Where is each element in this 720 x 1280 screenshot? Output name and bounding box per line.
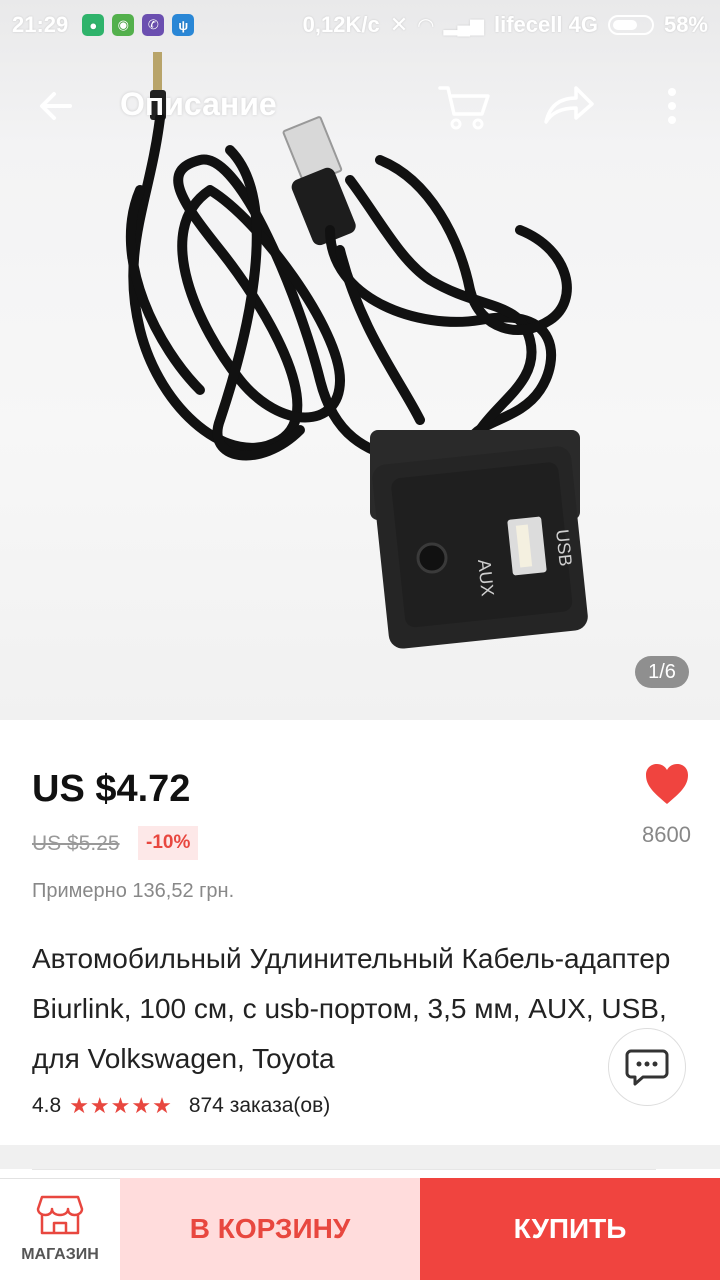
cart-icon [438, 86, 490, 130]
old-price: US $5.25 [32, 832, 120, 855]
discount-badge: -10% [138, 826, 199, 860]
wishlist-count: 8600 [642, 822, 691, 847]
chat-button[interactable] [608, 1028, 686, 1106]
share-icon [544, 86, 594, 124]
battery-percent: 58% [663, 12, 708, 37]
usb-port-label: USB [552, 528, 576, 567]
battery-icon [607, 15, 654, 35]
mute-icon: ✕ [389, 12, 409, 37]
carrier-name: lifecell 4G [494, 12, 598, 37]
rating-row[interactable]: 4.8 ★★★★★ 874 заказа(ов) [32, 1093, 330, 1119]
chat-bubble-icon [625, 1049, 669, 1086]
rating-value: 4.8 [32, 1094, 62, 1117]
status-time: 21:29 [12, 12, 69, 37]
store-label: МАГАЗИН [21, 1246, 99, 1263]
rating-stars-icon: ★★★★★ [69, 1093, 173, 1118]
store-button[interactable]: МАГАЗИН [0, 1178, 120, 1280]
back-button[interactable] [32, 82, 80, 130]
viber-notification-icon: ✆ [142, 14, 165, 36]
android-notification-icon: ◉ [112, 14, 135, 36]
image-counter: 1/6 [635, 656, 689, 688]
more-options-button[interactable] [656, 82, 688, 130]
heart-icon [646, 764, 688, 804]
orders-count: 874 заказа(ов) [188, 1094, 331, 1117]
more-vertical-icon [668, 88, 676, 124]
section-divider [0, 1145, 720, 1169]
shield-notification-icon: ● [82, 14, 105, 36]
usb-notification-icon: ψ [172, 14, 195, 36]
page-title: Описание [120, 86, 277, 122]
product-title: Автомобильный Удлинительный Кабель-адапт… [32, 943, 671, 1074]
wifi-icon: ◠ [418, 14, 434, 37]
wishlist-button[interactable] [644, 762, 690, 806]
buy-now-button[interactable]: КУПИТЬ [420, 1178, 720, 1280]
store-icon [36, 1195, 84, 1235]
app-bar: Описание [0, 60, 720, 150]
current-price: US $4.72 [32, 768, 191, 810]
status-bar: 21:29 ● ◉ ✆ ψ 0,12K/c ✕ ◠ ▂▄▆ lifecell 4… [0, 0, 720, 50]
cart-button[interactable] [436, 80, 492, 132]
network-speed: 0,12K/c [302, 12, 380, 37]
arrow-left-icon [40, 92, 72, 120]
bottom-action-bar: МАГАЗИН В КОРЗИНУ КУПИТЬ [0, 1178, 720, 1280]
signal-icon: ▂▄▆ [443, 14, 484, 35]
product-image-gallery[interactable]: AUX USB 21:29 ● ◉ ✆ ψ 0,12K/c ✕ ◠ ▂▄▆ li… [0, 0, 720, 720]
share-button[interactable] [540, 82, 596, 130]
aux-port-label: AUX [474, 558, 498, 597]
add-to-cart-button[interactable]: В КОРЗИНУ [120, 1178, 420, 1280]
approx-local-price: Примерно 136,52 грн. [32, 880, 235, 902]
